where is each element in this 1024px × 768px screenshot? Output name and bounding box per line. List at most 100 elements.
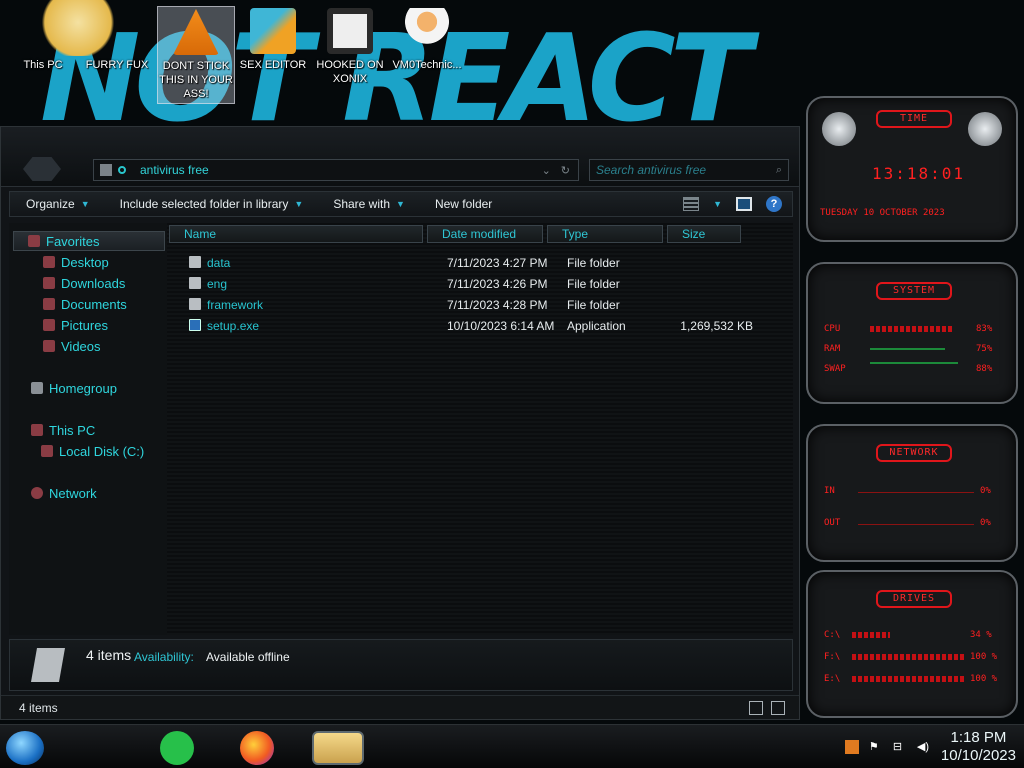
location-dot-icon xyxy=(118,166,126,174)
search-input[interactable] xyxy=(596,163,776,177)
drive-label: F:\ xyxy=(824,652,841,662)
computer-icon xyxy=(31,424,43,436)
clock-time: 1:18 PM xyxy=(950,729,1007,746)
column-header-date[interactable]: Date modified xyxy=(427,225,543,243)
details-pane: 4 items Availability: Available offline xyxy=(9,639,793,691)
drive-value: 34 % xyxy=(970,630,992,640)
nav-network[interactable]: Network xyxy=(31,483,97,503)
flag-icon[interactable]: ⚑ xyxy=(869,740,883,754)
navigation-pane: Favorites Desktop Downloads Documents Pi… xyxy=(9,223,167,635)
network-icon[interactable]: ⊟ xyxy=(893,740,907,754)
column-header-type[interactable]: Type xyxy=(547,225,663,243)
network-gadget: NETWORK IN 0% OUT 0% xyxy=(806,424,1018,562)
folder-icon xyxy=(31,648,65,682)
network-out-label: OUT xyxy=(824,518,841,528)
cpu-value: 83% xyxy=(976,324,993,334)
address-bar[interactable]: antivirus free ⌄ ↻ xyxy=(93,159,579,181)
change-view-icon[interactable] xyxy=(683,197,700,211)
desktop-icon-this-pc[interactable]: This PC xyxy=(4,6,82,104)
folder-icon xyxy=(100,164,112,176)
desktop-icon-sex-editor[interactable]: SEX EDITOR xyxy=(234,6,312,104)
file-date: 7/11/2023 4:27 PM xyxy=(447,256,548,270)
drive-value: 100 % xyxy=(970,674,998,684)
file-list: Name Date modified Type Size data 7/11/2… xyxy=(167,223,793,635)
desktop-icon-vm0technic[interactable]: VM0Technic... xyxy=(388,6,466,104)
file-row[interactable]: setup.exe 10/10/2023 6:14 AM Application… xyxy=(167,316,767,336)
homegroup-icon xyxy=(31,382,43,394)
new-folder-button[interactable]: New folder xyxy=(419,192,506,216)
folder-icon xyxy=(189,256,201,268)
large-icons-view-icon[interactable] xyxy=(771,701,785,715)
file-type: Application xyxy=(567,319,626,333)
search-icon[interactable]: ⌕ xyxy=(776,164,782,177)
folder-icon xyxy=(189,277,201,289)
file-date: 7/11/2023 4:26 PM xyxy=(447,277,548,291)
column-header-name[interactable]: Name xyxy=(169,225,423,243)
cpu-label: CPU xyxy=(824,324,841,334)
help-icon[interactable]: ? xyxy=(766,196,782,212)
nav-label: This PC xyxy=(49,422,96,438)
file-row[interactable]: data 7/11/2023 4:27 PM File folder xyxy=(167,253,767,273)
organize-button[interactable]: Organize ▼ xyxy=(10,192,104,216)
gadget-title: DRIVES xyxy=(876,590,952,608)
clock-date: 10/10/2023 xyxy=(940,747,1016,764)
chevron-down-icon[interactable]: ⌄ xyxy=(542,164,551,177)
star-icon xyxy=(28,235,40,247)
swap-label: SWAP xyxy=(824,364,846,374)
preview-pane-icon[interactable] xyxy=(736,197,752,211)
nav-homegroup[interactable]: Homegroup xyxy=(31,378,117,398)
nav-downloads[interactable]: Downloads xyxy=(43,273,125,293)
file-type: File folder xyxy=(567,298,620,312)
network-in-graph xyxy=(858,492,974,493)
volume-icon[interactable]: ◀) xyxy=(917,740,931,754)
cpu-bar xyxy=(870,326,953,332)
nav-favorites[interactable]: Favorites xyxy=(13,231,165,251)
ram-value: 75% xyxy=(976,344,993,354)
pictures-icon xyxy=(43,319,55,331)
search-box: ⌕ xyxy=(589,159,789,181)
drive-usage-bar xyxy=(852,654,964,660)
details-view-icon[interactable] xyxy=(749,701,763,715)
editor-app-icon xyxy=(250,8,296,54)
network-in-value: 0% xyxy=(980,486,991,496)
view-options-chevron-icon[interactable]: ▼ xyxy=(713,199,722,209)
desktop-icon-furry-fux[interactable]: FURRY FUX xyxy=(78,6,156,104)
column-header-size[interactable]: Size xyxy=(667,225,741,243)
nav-this-pc[interactable]: This PC xyxy=(31,420,95,440)
nav-desktop[interactable]: Desktop xyxy=(43,252,109,272)
drive-label: C:\ xyxy=(824,630,841,640)
vlc-cone-icon xyxy=(173,9,219,55)
file-size: 1,269,532 KB xyxy=(680,319,753,333)
gadget-title: SYSTEM xyxy=(876,282,952,300)
nav-videos[interactable]: Videos xyxy=(43,336,101,356)
nav-local-disk[interactable]: Local Disk (C:) xyxy=(41,441,144,461)
nav-label: Pictures xyxy=(61,317,108,333)
alien-head-icon xyxy=(822,112,856,146)
nav-label: Downloads xyxy=(61,275,126,291)
include-library-button[interactable]: Include selected folder in library ▼ xyxy=(104,192,318,216)
taskbar: ⚑ ⊟ ◀) 1:18 PM 10/10/2023 xyxy=(0,724,1024,768)
refresh-icon[interactable]: ↻ xyxy=(561,164,570,177)
file-explorer-taskbar-button[interactable] xyxy=(312,731,364,765)
share-with-button[interactable]: Share with ▼ xyxy=(317,192,419,216)
nav-label: Documents xyxy=(61,296,127,312)
notes-app-icon[interactable] xyxy=(160,731,194,765)
taskbar-clock[interactable]: 1:18 PM 10/10/2023 xyxy=(941,729,1016,765)
documents-icon xyxy=(43,298,55,310)
desktop-icon-hooked-on-xonix[interactable]: HOOKED ON XONIX xyxy=(311,6,389,104)
network-in-label: IN xyxy=(824,486,835,496)
file-name: framework xyxy=(207,298,264,312)
file-row[interactable]: eng 7/11/2023 4:26 PM File folder xyxy=(167,274,767,294)
app-tray-icon[interactable] xyxy=(844,740,859,754)
status-text: 4 items xyxy=(19,701,58,715)
command-toolbar: Organize ▼ Include selected folder in li… xyxy=(9,191,793,217)
file-row[interactable]: framework 7/11/2023 4:28 PM File folder xyxy=(167,295,767,315)
address-text: antivirus free xyxy=(140,163,209,177)
firefox-icon[interactable] xyxy=(240,731,274,765)
nav-label: Favorites xyxy=(46,233,100,249)
nav-pictures[interactable]: Pictures xyxy=(43,315,108,335)
desktop-icon-label: FURRY FUX xyxy=(85,59,149,71)
start-button[interactable] xyxy=(6,731,44,765)
nav-documents[interactable]: Documents xyxy=(43,294,127,314)
desktop-icon-dont-stick[interactable]: DONT STICK THIS IN YOUR ASS! xyxy=(157,6,235,104)
